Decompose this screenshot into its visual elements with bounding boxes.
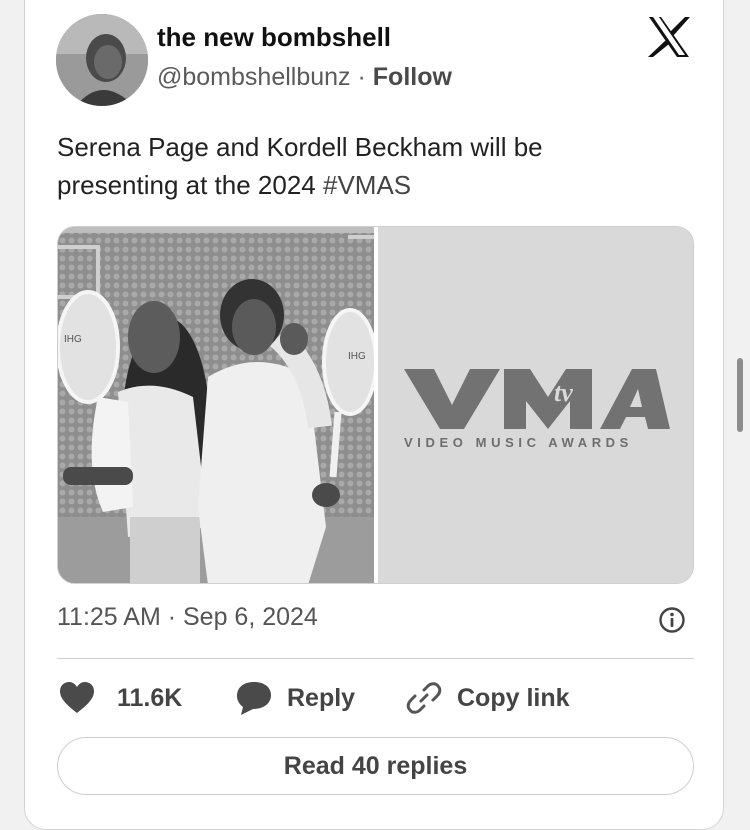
- x-logo-icon[interactable]: [647, 16, 691, 58]
- read-replies-button[interactable]: Read 40 replies: [57, 737, 694, 795]
- author-display-name[interactable]: the new bombshell: [157, 22, 391, 53]
- photo-sign-text: IHG: [348, 351, 366, 362]
- follow-button[interactable]: Follow: [373, 63, 452, 91]
- photo-sign-text: IHG: [64, 334, 82, 345]
- divider: [57, 658, 694, 659]
- speech-bubble-icon: [237, 682, 271, 715]
- avatar[interactable]: [56, 14, 148, 106]
- event-photo[interactable]: IHG IHG TS: [58, 227, 374, 584]
- hashtag-link[interactable]: #VMAS: [323, 170, 411, 200]
- tweet-body: Serena Page and Kordell Beckham will be …: [57, 132, 543, 200]
- reply-button[interactable]: Reply: [233, 678, 355, 718]
- handle-separator: ·: [357, 63, 366, 91]
- vma-subtitle: VIDEO MUSIC AWARDS: [404, 435, 633, 450]
- vma-logo-panel[interactable]: tv VIDEO MUSIC AWARDS: [378, 227, 693, 583]
- reply-label: Reply: [287, 683, 356, 712]
- heart-icon: [60, 682, 94, 713]
- author-handle[interactable]: @bombshellbunz: [157, 63, 351, 91]
- action-bar: 11.6K Reply Copy link: [57, 678, 697, 718]
- link-icon: [406, 682, 442, 714]
- author-handle-row: @bombshellbunz · Follow: [157, 63, 452, 92]
- vma-logo-icon: tv: [404, 369, 670, 429]
- like-button[interactable]: 11.6K: [59, 678, 182, 718]
- media-grid[interactable]: IHG IHG TS tv VIDEO MUSIC A: [57, 226, 694, 584]
- tweet-text: Serena Page and Kordell Beckham will be …: [57, 128, 657, 204]
- copy-link-label: Copy link: [457, 683, 570, 712]
- info-icon[interactable]: [658, 606, 686, 634]
- scrollbar-thumb[interactable]: [737, 358, 743, 432]
- tweet-timestamp[interactable]: 11:25 AM · Sep 6, 2024: [57, 603, 318, 632]
- svg-text:tv: tv: [554, 378, 573, 407]
- like-count: 11.6K: [117, 683, 183, 712]
- copy-link-button[interactable]: Copy link: [405, 678, 570, 718]
